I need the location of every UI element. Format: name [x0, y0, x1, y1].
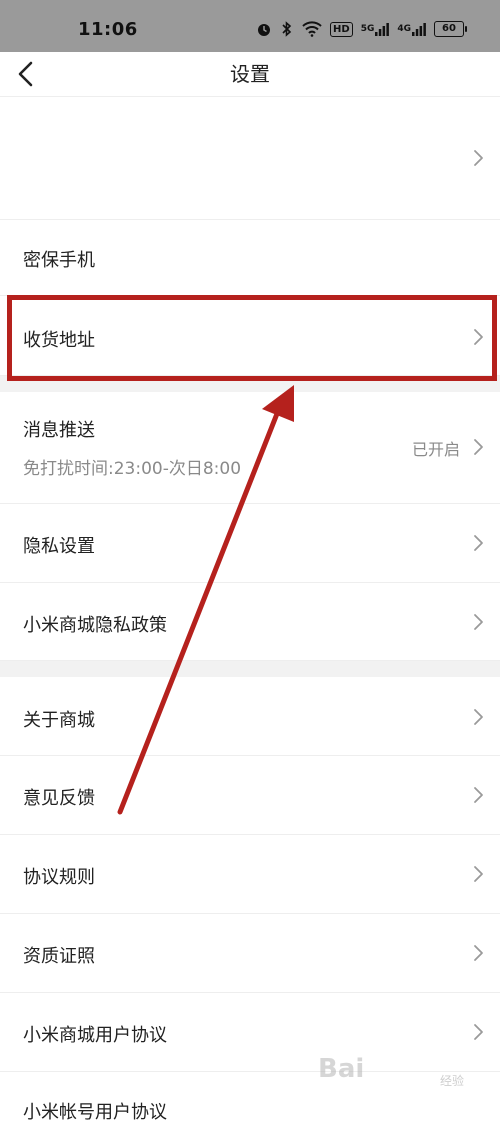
status-time: 11:06: [78, 19, 138, 40]
settings-row-privacy-settings[interactable]: 隐私设置: [0, 504, 500, 583]
settings-row-push[interactable]: 消息推送 免打扰时间:23:00-次日8:00 已开启: [0, 392, 500, 504]
chevron-right-icon: [474, 439, 483, 455]
chevron-right-icon: [474, 614, 483, 630]
watermark-logo: Bai: [318, 1054, 365, 1084]
battery-icon: 60: [434, 21, 467, 37]
alarm-icon: [256, 20, 272, 38]
settings-row-address[interactable]: 收货地址: [0, 296, 500, 376]
chevron-right-icon: [474, 709, 483, 725]
settings-row-account[interactable]: [0, 97, 500, 220]
settings-row-mall-privacy-policy-label: 小米商城隐私政策: [23, 615, 167, 636]
settings-row-rules-label: 协议规则: [23, 867, 95, 888]
page-title: 设置: [230, 62, 270, 86]
chevron-right-icon: [474, 787, 483, 803]
chevron-right-icon: [474, 150, 483, 166]
chevron-right-icon: [474, 535, 483, 551]
settings-row-push-subtitle: 免打扰时间:23:00-次日8:00: [23, 459, 242, 479]
chevron-right-icon: [474, 866, 483, 882]
settings-list: 密保手机 收货地址 消息推送 免打扰时间:23:00-次日8:00 已开启 隐私…: [0, 97, 500, 1142]
settings-row-push-label: 消息推送: [23, 420, 95, 441]
chevron-right-icon: [474, 1024, 483, 1040]
settings-row-security-phone[interactable]: 密保手机: [0, 220, 500, 296]
status-icons: HD 5G 4G 60: [256, 20, 467, 38]
settings-row-account-agreement-label: 小米帐号用户协议: [23, 1102, 167, 1123]
wifi-icon: [302, 20, 322, 38]
settings-row-security-phone-label: 密保手机: [23, 250, 95, 271]
settings-row-account-agreement[interactable]: 小米帐号用户协议: [0, 1072, 500, 1142]
chevron-right-icon: [474, 329, 483, 345]
settings-row-push-value: 已开启: [411, 440, 460, 459]
settings-row-mall-privacy-policy[interactable]: 小米商城隐私政策: [0, 583, 500, 661]
chevron-right-icon: [474, 945, 483, 961]
signal-5g-icon: 5G: [361, 20, 390, 38]
hd-icon: HD: [330, 21, 353, 37]
settings-row-rules[interactable]: 协议规则: [0, 835, 500, 914]
settings-row-user-agreement[interactable]: 小米商城用户协议: [0, 993, 500, 1072]
status-bar: 11:06 HD 5G 4G 60: [0, 0, 500, 52]
signal-4g-icon: 4G: [397, 20, 426, 38]
section-divider: [0, 661, 500, 677]
settings-row-privacy-settings-label: 隐私设置: [23, 536, 95, 557]
bluetooth-icon: [280, 20, 294, 38]
settings-row-feedback-label: 意见反馈: [23, 788, 95, 809]
settings-row-about[interactable]: 关于商城: [0, 677, 500, 756]
settings-row-qualification-label: 资质证照: [23, 946, 95, 967]
watermark-sub: 经验: [440, 1074, 465, 1088]
settings-row-feedback[interactable]: 意见反馈: [0, 756, 500, 835]
settings-row-user-agreement-label: 小米商城用户协议: [23, 1025, 167, 1046]
nav-bar: 设置: [0, 52, 500, 97]
settings-row-about-label: 关于商城: [23, 710, 95, 731]
settings-row-address-label: 收货地址: [23, 330, 95, 351]
settings-row-qualification[interactable]: 资质证照: [0, 914, 500, 993]
section-divider: [0, 376, 500, 392]
